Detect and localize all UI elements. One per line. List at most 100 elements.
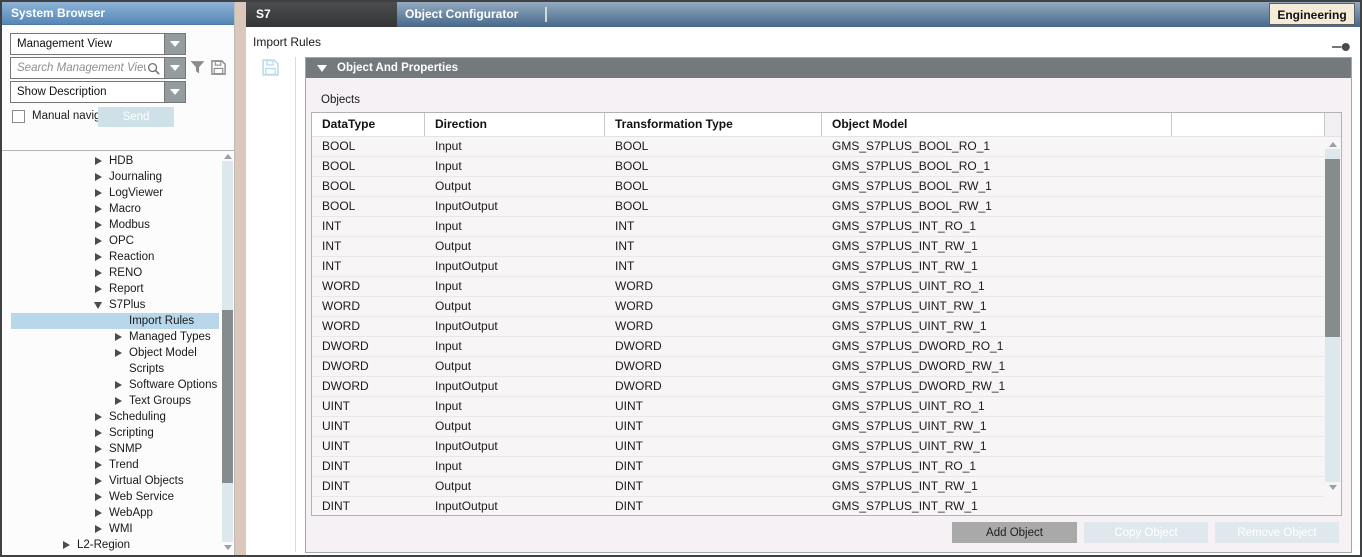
table-row[interactable]: BOOLOutputBOOLGMS_S7PLUS_BOOL_RW_1 [312, 177, 1324, 197]
scroll-down-icon[interactable] [222, 542, 233, 552]
table-row[interactable]: BOOLInputOutputBOOLGMS_S7PLUS_BOOL_RW_1 [312, 197, 1324, 217]
send-button[interactable]: Send [98, 107, 174, 127]
collapsed-icon[interactable] [113, 347, 125, 359]
collapsed-icon[interactable] [93, 219, 105, 231]
chevron-down-icon[interactable] [164, 58, 185, 78]
table-row[interactable]: UINTOutputUINTGMS_S7PLUS_UINT_RW_1 [312, 417, 1324, 437]
collapsed-icon[interactable] [93, 155, 105, 167]
tree-scrollbar-track[interactable] [222, 161, 233, 542]
tree-item-logviewer[interactable]: LogViewer [11, 185, 219, 201]
table-row[interactable]: DINTInputDINTGMS_S7PLUS_INT_RO_1 [312, 457, 1324, 477]
copy-object-button[interactable]: Copy Object [1084, 522, 1208, 543]
chevron-down-icon[interactable] [164, 82, 185, 102]
tree-item-s7plus[interactable]: S7Plus [11, 297, 219, 313]
column-header-transformation-type[interactable]: Transformation Type [605, 113, 822, 136]
display-mode-dropdown[interactable]: Show Description [10, 81, 186, 103]
tree-item-wmi[interactable]: WMI [11, 521, 219, 537]
tree-item-report[interactable]: Report [11, 281, 219, 297]
group-header[interactable]: Object And Properties [306, 58, 1351, 78]
tree-item-journaling[interactable]: Journaling [11, 169, 219, 185]
table-scrollbar-thumb[interactable] [1325, 159, 1340, 337]
collapsed-icon[interactable] [61, 539, 73, 551]
collapsed-icon[interactable] [93, 203, 105, 215]
scroll-up-icon[interactable] [222, 151, 233, 161]
collapsed-icon[interactable] [113, 331, 125, 343]
tree-item-scripts[interactable]: Scripts [11, 361, 219, 377]
collapsed-icon[interactable] [93, 443, 105, 455]
collapsed-icon[interactable] [93, 459, 105, 471]
tree-item-scripting[interactable]: Scripting [11, 425, 219, 441]
tree-item-scheduling[interactable]: Scheduling [11, 409, 219, 425]
table-row[interactable]: UINTInputUINTGMS_S7PLUS_UINT_RO_1 [312, 397, 1324, 417]
panel-splitter[interactable] [234, 2, 246, 555]
search-input[interactable] [11, 58, 164, 78]
table-row[interactable]: INTInputOutputINTGMS_S7PLUS_INT_RW_1 [312, 257, 1324, 277]
tree-scrollbar[interactable] [222, 151, 233, 552]
collapsed-icon[interactable] [93, 427, 105, 439]
collapsed-icon[interactable] [93, 187, 105, 199]
tree-item-opc[interactable]: OPC [11, 233, 219, 249]
table-row[interactable]: DWORDInputOutputDWORDGMS_S7PLUS_DWORD_RW… [312, 377, 1324, 397]
tree-item-reaction[interactable]: Reaction [11, 249, 219, 265]
collapse-group-icon[interactable] [317, 65, 327, 72]
tree-item-web-service[interactable]: Web Service [11, 489, 219, 505]
tree-item-managed-types[interactable]: Managed Types [11, 329, 219, 345]
manual-navigation-checkbox[interactable] [12, 110, 25, 123]
pin-icon[interactable] [1332, 42, 1351, 52]
engineering-mode-button[interactable]: Engineering [1269, 3, 1355, 25]
tree-item-text-groups[interactable]: Text Groups [11, 393, 219, 409]
tree-item-reno[interactable]: RENO [11, 265, 219, 281]
table-row[interactable]: WORDInputOutputWORDGMS_S7PLUS_UINT_RW_1 [312, 317, 1324, 337]
table-row[interactable]: WORDInputWORDGMS_S7PLUS_UINT_RO_1 [312, 277, 1324, 297]
expanded-icon[interactable] [93, 299, 105, 311]
table-row[interactable]: INTInputINTGMS_S7PLUS_INT_RO_1 [312, 217, 1324, 237]
table-row[interactable]: DINTOutputDINTGMS_S7PLUS_INT_RW_1 [312, 477, 1324, 497]
view-selector-dropdown[interactable]: Management View [10, 33, 186, 55]
filter-icon[interactable] [189, 59, 206, 76]
collapsed-icon[interactable] [93, 171, 105, 183]
table-row[interactable]: BOOLInputBOOLGMS_S7PLUS_BOOL_RO_1 [312, 137, 1324, 157]
table-scrollbar-track[interactable] [1325, 149, 1340, 482]
collapsed-icon[interactable] [113, 379, 125, 391]
collapsed-icon[interactable] [93, 283, 105, 295]
tree-item-modbus[interactable]: Modbus [11, 217, 219, 233]
tree-item-snmp[interactable]: SNMP [11, 441, 219, 457]
collapsed-icon[interactable] [93, 523, 105, 535]
remove-object-button[interactable]: Remove Object [1215, 522, 1339, 543]
table-row[interactable]: DWORDOutputDWORDGMS_S7PLUS_DWORD_RW_1 [312, 357, 1324, 377]
collapsed-icon[interactable] [93, 235, 105, 247]
tree-item-virtual-objects[interactable]: Virtual Objects [11, 473, 219, 489]
table-row[interactable]: BOOLInputBOOLGMS_S7PLUS_BOOL_RO_1 [312, 157, 1324, 177]
table-row[interactable]: UINTInputOutputUINTGMS_S7PLUS_UINT_RW_1 [312, 437, 1324, 457]
collapsed-icon[interactable] [113, 395, 125, 407]
tree-item-l2-region[interactable]: L2-Region [11, 537, 219, 553]
collapsed-icon[interactable] [93, 507, 105, 519]
tab-object-configurator[interactable]: Object Configurator [405, 2, 518, 27]
chevron-down-icon[interactable] [164, 34, 185, 54]
search-box[interactable] [10, 57, 186, 79]
column-header-datatype[interactable]: DataType [312, 113, 425, 136]
table-scrollbar[interactable] [1325, 139, 1340, 492]
tree-item-macro[interactable]: Macro [11, 201, 219, 217]
save-search-icon[interactable] [210, 59, 227, 76]
tree-item-hdb[interactable]: HDB [11, 153, 219, 169]
table-row[interactable]: INTOutputINTGMS_S7PLUS_INT_RW_1 [312, 237, 1324, 257]
tree-scrollbar-thumb[interactable] [222, 310, 233, 483]
table-row[interactable]: WORDOutputWORDGMS_S7PLUS_UINT_RW_1 [312, 297, 1324, 317]
table-row[interactable]: DINTInputOutputDINTGMS_S7PLUS_INT_RW_1 [312, 497, 1324, 515]
tree-item-webapp[interactable]: WebApp [11, 505, 219, 521]
tree-item-object-model[interactable]: Object Model [11, 345, 219, 361]
tree-item-trend[interactable]: Trend [11, 457, 219, 473]
add-object-button[interactable]: Add Object [952, 522, 1077, 543]
tree-item-software-options[interactable]: Software Options [11, 377, 219, 393]
column-header-object-model[interactable]: Object Model [822, 113, 1172, 136]
collapsed-icon[interactable] [93, 267, 105, 279]
save-icon[interactable] [261, 58, 280, 77]
scroll-up-icon[interactable] [1325, 139, 1340, 149]
collapsed-icon[interactable] [93, 411, 105, 423]
scroll-down-icon[interactable] [1325, 482, 1340, 492]
tab-s7[interactable]: S7 [246, 2, 397, 27]
tree-item-import-rules[interactable]: Import Rules [11, 313, 219, 329]
collapsed-icon[interactable] [93, 251, 105, 263]
collapsed-icon[interactable] [93, 475, 105, 487]
